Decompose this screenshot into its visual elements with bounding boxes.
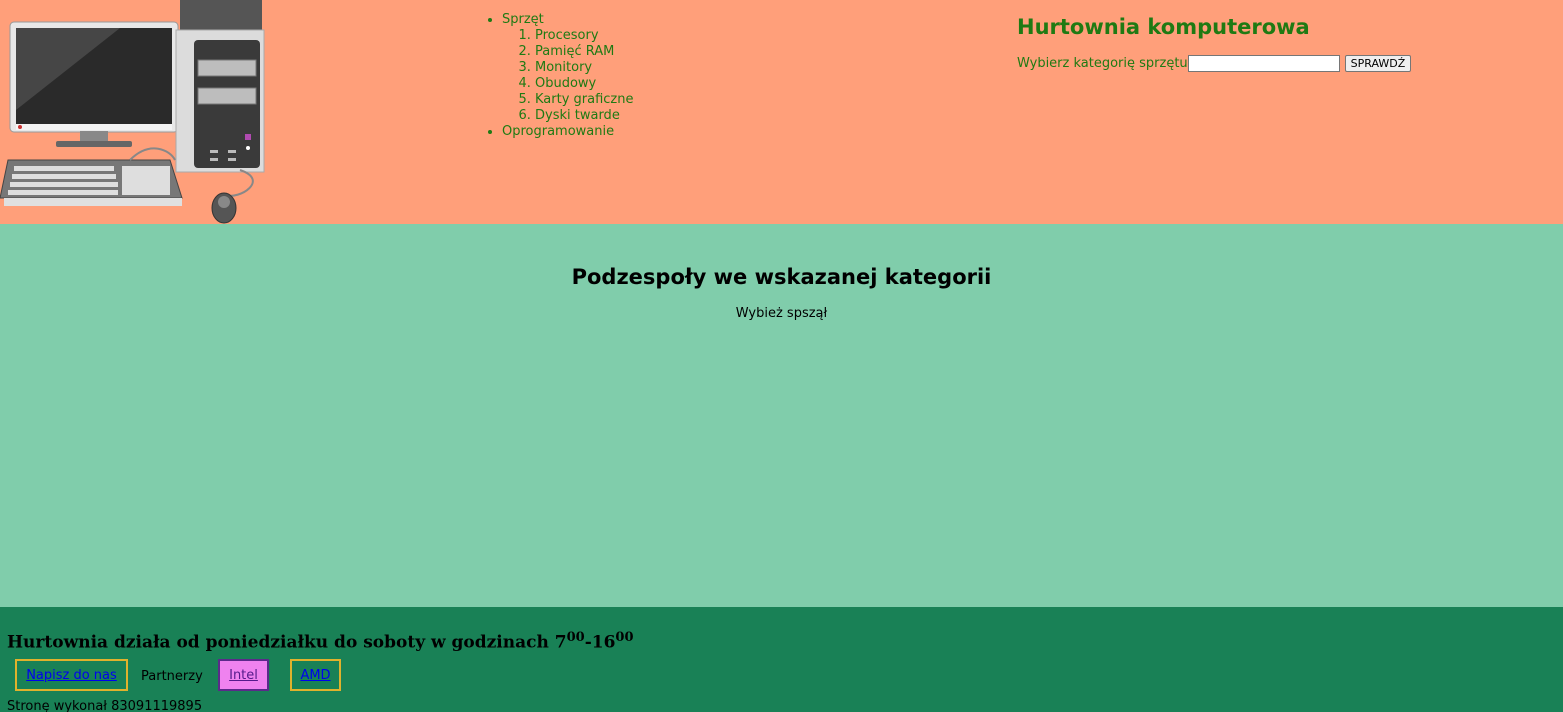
- contact-link[interactable]: Napisz do nas: [26, 668, 117, 683]
- main-content: Podzespoły we wskazanej kategorii Wybież…: [0, 224, 1563, 607]
- header: Sprzęt Procesory Pamięć RAM Monitory Obu…: [0, 0, 1563, 224]
- contact-box: Napisz do nas: [15, 659, 128, 691]
- menu-item-label: Sprzęt: [502, 12, 544, 27]
- footer: Hurtownia działa od poniedziałku do sobo…: [0, 607, 1563, 712]
- category-form: Wybierz kategorię sprzętu SPRAWDŹ: [1017, 55, 1412, 72]
- menu-list: Sprzęt Procesory Pamięć RAM Monitory Obu…: [472, 12, 634, 140]
- opening-hours-dash: -16: [584, 632, 616, 653]
- submenu-item-graphics-cards[interactable]: Karty graficzne: [535, 92, 634, 108]
- result-message: Wybież spszął: [735, 306, 828, 321]
- submenu-item-ram[interactable]: Pamięć RAM: [535, 44, 634, 60]
- submenu-item-monitors[interactable]: Monitory: [535, 60, 634, 76]
- menu-item-hardware[interactable]: Sprzęt Procesory Pamięć RAM Monitory Obu…: [502, 12, 634, 124]
- check-button[interactable]: SPRAWDŹ: [1344, 55, 1412, 72]
- partners-label: Partnerzy: [141, 669, 203, 684]
- opening-hours-end-minutes: 00: [615, 630, 634, 645]
- submenu-item-hard-drives[interactable]: Dyski twarde: [535, 108, 634, 124]
- amd-box: AMD: [290, 659, 341, 691]
- computer-logo-image: [0, 0, 265, 224]
- category-input[interactable]: [1187, 55, 1340, 72]
- category-label: Wybierz kategorię sprzętu: [1017, 56, 1188, 71]
- author-text: Stronę wykonał 83091119895: [7, 699, 203, 712]
- intel-link[interactable]: Intel: [229, 668, 258, 683]
- submenu-item-cases[interactable]: Obudowy: [535, 76, 634, 92]
- main-menu: Sprzęt Procesory Pamięć RAM Monitory Obu…: [472, 12, 634, 140]
- opening-hours: Hurtownia działa od poniedziałku do sobo…: [7, 630, 634, 653]
- site-title: Hurtownia komputerowa: [1017, 15, 1310, 39]
- hardware-submenu: Procesory Pamięć RAM Monitory Obudowy Ka…: [502, 28, 634, 124]
- opening-hours-text: Hurtownia działa od poniedziałku do sobo…: [7, 632, 567, 653]
- amd-link[interactable]: AMD: [300, 668, 330, 683]
- intel-box: Intel: [218, 659, 269, 691]
- opening-hours-start-minutes: 00: [566, 630, 585, 645]
- menu-item-software[interactable]: Oprogramowanie: [502, 124, 634, 140]
- submenu-item-processors[interactable]: Procesory: [535, 28, 634, 44]
- main-title: Podzespoły we wskazanej kategorii: [571, 265, 992, 289]
